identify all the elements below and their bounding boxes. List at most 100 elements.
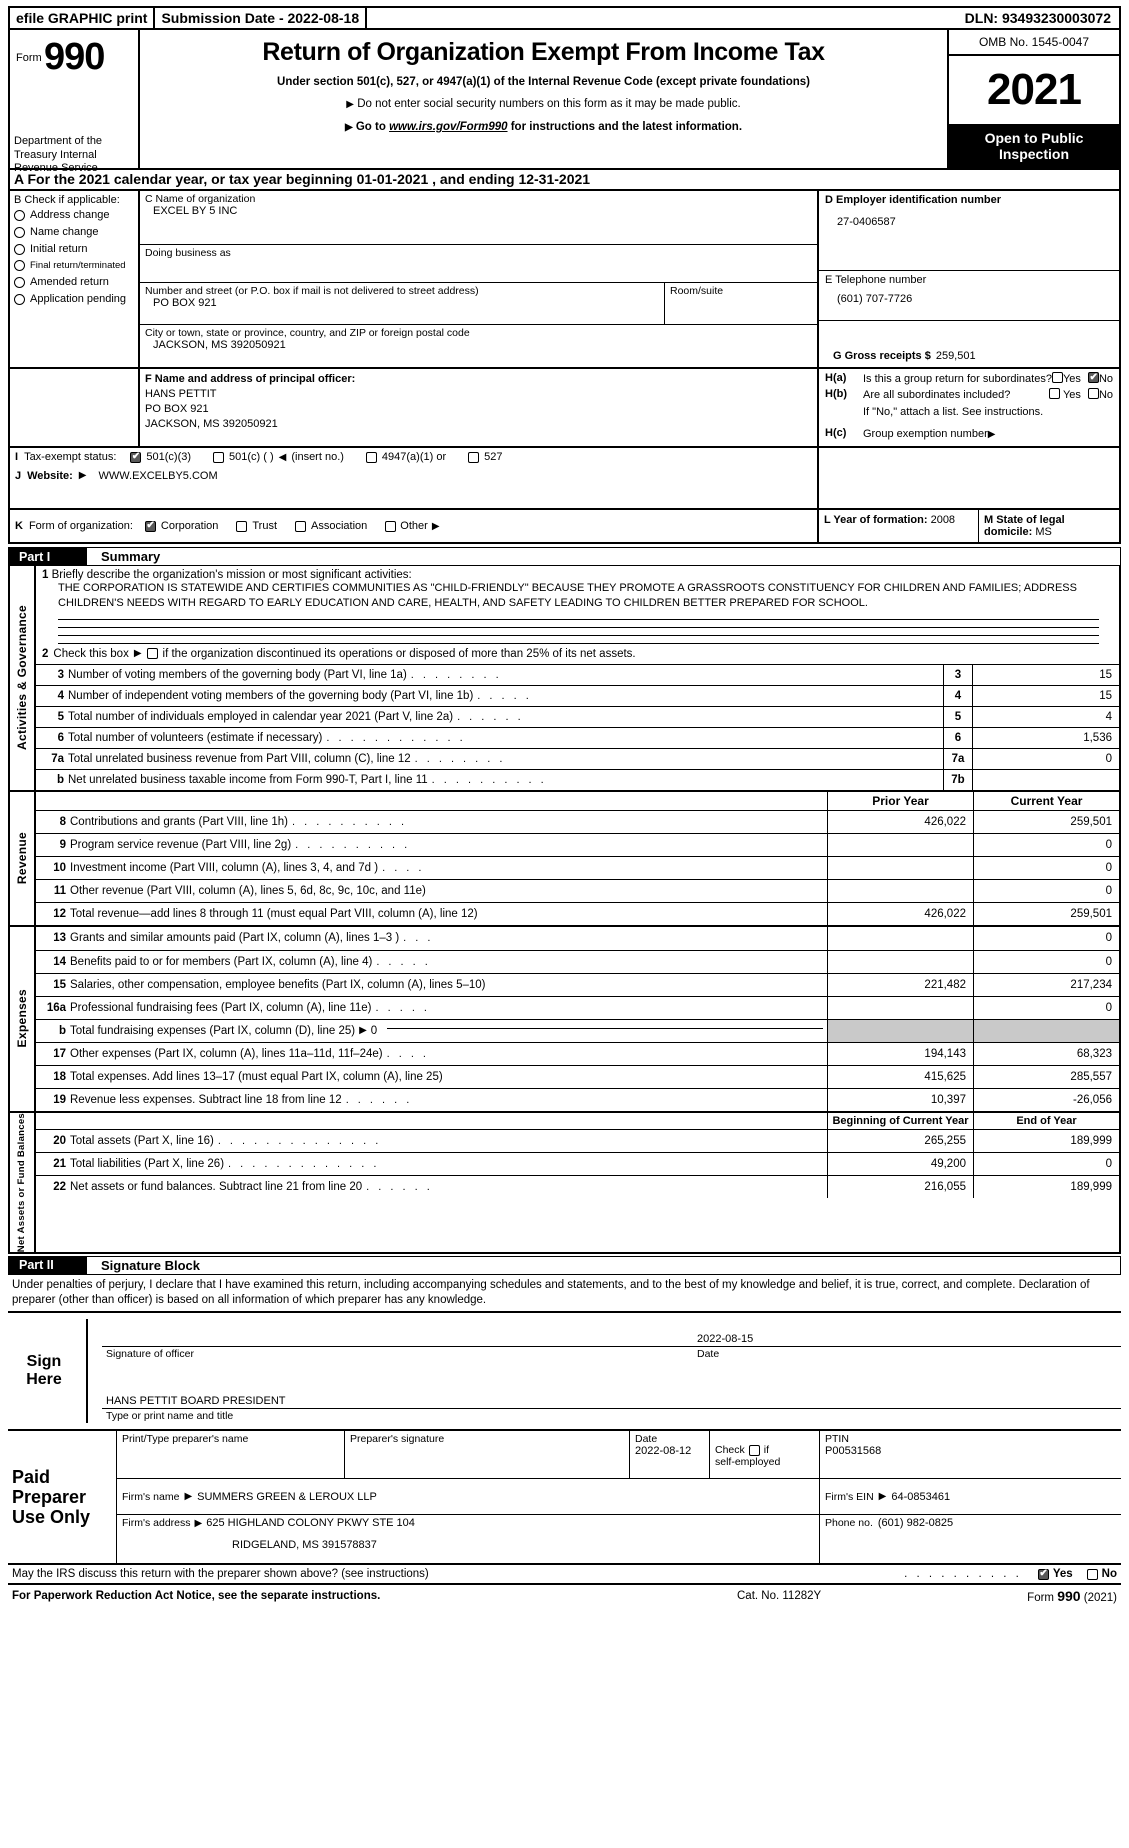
- checkbox-icon-ha-no[interactable]: [1087, 372, 1099, 383]
- checkbox-icon-hb-yes[interactable]: [1049, 388, 1061, 400]
- officer-name-value[interactable]: HANS PETTIT BOARD PRESIDENT: [102, 1395, 1121, 1408]
- ha-no-option[interactable]: No: [1087, 372, 1113, 385]
- row-19-prior: 10,397: [827, 1088, 973, 1111]
- checkbox-icon-self-employed[interactable]: [748, 1444, 760, 1456]
- option-trust[interactable]: Trust: [236, 520, 277, 532]
- ptin-cell[interactable]: PTIN P00531568: [820, 1431, 1121, 1478]
- self-employed-cell[interactable]: Check if self-employed: [710, 1431, 820, 1479]
- option-501c3[interactable]: 501(c)(3): [130, 451, 191, 463]
- hb-text: Are all subordinates included?: [863, 389, 1011, 402]
- section-d-identifiers: D Employer identification number 27-0406…: [819, 191, 1119, 367]
- checkbox-icon-corporation[interactable]: [144, 520, 156, 532]
- expense-row-16b: b Total fundraising expenses (Part IX, c…: [36, 1018, 1119, 1042]
- omb-number: OMB No. 1545-0047: [949, 30, 1119, 56]
- row-5-value: 4: [1105, 710, 1112, 723]
- row-3-number: 3: [57, 668, 64, 681]
- ein-value: 27-0406587: [837, 216, 896, 228]
- website-value[interactable]: WWW.EXCELBY5.COM: [98, 470, 217, 482]
- checkbox-icon-association[interactable]: [295, 520, 307, 532]
- net-assets-table: Beginning of Current Year End of Year 20…: [36, 1112, 1119, 1252]
- revenue-row-12: 12 Total revenue—add lines 8 through 11 …: [36, 901, 1119, 925]
- city-label: City or town, state or province, country…: [145, 327, 470, 339]
- checkbox-icon-501c[interactable]: [213, 451, 225, 463]
- firm-phone-value[interactable]: (601) 982-0825: [878, 1517, 953, 1529]
- checkbox-icon-amended-return[interactable]: [14, 276, 25, 288]
- option-4947a1[interactable]: 4947(a)(1) or: [365, 451, 447, 464]
- firm-address-value[interactable]: 625 HIGHLAND COLONY PKWY STE 104: [206, 1517, 415, 1529]
- checkbox-initial-return[interactable]: Initial return: [14, 243, 134, 255]
- checkbox-name-change[interactable]: Name change: [14, 226, 134, 238]
- hb-note: If "No," attach a list. See instructions…: [863, 405, 1044, 418]
- irs-form990-link[interactable]: www.irs.gov/Form990: [389, 121, 507, 133]
- checkbox-icon-trust[interactable]: [236, 520, 248, 532]
- option-527[interactable]: 527: [468, 451, 502, 463]
- officer-signature-value[interactable]: [102, 1345, 691, 1346]
- option-other[interactable]: Other ▶: [385, 520, 440, 532]
- option-corporation[interactable]: Corporation: [144, 520, 219, 533]
- hb-yes-option[interactable]: Yes: [1049, 388, 1081, 401]
- row-7b-number: b: [56, 773, 64, 786]
- hb-no-option[interactable]: No: [1087, 388, 1113, 401]
- firm-name-value[interactable]: SUMMERS GREEN & LEROUX LLP: [197, 1491, 377, 1503]
- page-title: Return of Organization Exempt From Incom…: [262, 38, 825, 66]
- checkbox-icon-initial-return[interactable]: [14, 243, 25, 255]
- row-16b-label: Total fundraising expenses (Part IX, col…: [70, 1024, 356, 1037]
- department-of-treasury-label: Department of the Treasury Internal Reve…: [14, 134, 103, 175]
- checkbox-icon-ha-yes[interactable]: [1051, 372, 1063, 383]
- checkbox-icon-application-pending[interactable]: [14, 293, 25, 305]
- option-501c[interactable]: 501(c) ( ) ◀ (insert no.): [213, 451, 344, 463]
- row-22-label: Net assets or fund balances. Subtract li…: [70, 1180, 363, 1193]
- officer-signature-line[interactable]: 2022-08-15: [102, 1321, 1121, 1348]
- checkbox-icon-501c3[interactable]: [130, 451, 142, 463]
- checkbox-icon-name-change[interactable]: [14, 226, 25, 238]
- row-4-text-cell: 4 Number of independent voting members o…: [36, 686, 943, 706]
- checkbox-icon-address-change[interactable]: [14, 209, 25, 221]
- checkbox-icon-hb-no[interactable]: [1087, 388, 1099, 400]
- paid-preparer-line2: Preparer: [12, 1487, 87, 1507]
- firm-phone-cell[interactable]: Phone no. (601) 982-0825: [820, 1515, 1121, 1563]
- revenue-row-9: 9 Program service revenue (Part VIII, li…: [36, 832, 1119, 856]
- form-note-ssn-text: Do not enter social security numbers on …: [357, 98, 741, 110]
- firm-ein-value[interactable]: 64-0853461: [891, 1491, 950, 1503]
- row-4-number: 4: [57, 689, 64, 702]
- firm-address-value2[interactable]: RIDGELAND, MS 391578837: [122, 1529, 814, 1551]
- checkbox-icon-4947a1[interactable]: [365, 451, 377, 463]
- checkbox-address-change[interactable]: Address change: [14, 209, 134, 221]
- row-15-current: 217,234: [973, 973, 1119, 996]
- firm-ein-cell[interactable]: Firm's EIN ▶ 64-0853461: [820, 1479, 1121, 1514]
- checkbox-icon-irs-no[interactable]: [1086, 1568, 1098, 1580]
- row-hb: H(b) Are all subordinates included? Yes …: [825, 388, 1113, 402]
- checkbox-application-pending[interactable]: Application pending: [14, 293, 134, 305]
- firm-name-cell[interactable]: Firm's name ▶ SUMMERS GREEN & LEROUX LLP: [117, 1479, 820, 1515]
- footer-form-year: (2021): [1080, 1592, 1117, 1605]
- row-14-text-cell: 14 Benefits paid to or for members (Part…: [36, 951, 827, 973]
- checkbox-icon-527[interactable]: [468, 451, 480, 463]
- preparer-signature-cell[interactable]: Preparer's signature: [345, 1431, 630, 1479]
- preparer-name-cell[interactable]: Print/Type preparer's name: [117, 1431, 345, 1479]
- section-f-principal-officer: F Name and address of principal officer:…: [140, 369, 819, 447]
- checkbox-icon-irs-yes[interactable]: [1037, 1568, 1049, 1580]
- officer-name-line[interactable]: HANS PETTIT BOARD PRESIDENT: [102, 1383, 1121, 1410]
- irs-discuss-no-option[interactable]: No: [1086, 1568, 1117, 1580]
- efile-dln: DLN: 93493230003072: [964, 10, 1111, 26]
- checkbox-amended-return[interactable]: Amended return: [14, 276, 134, 288]
- preparer-name-header: Print/Type preparer's name: [122, 1433, 249, 1446]
- ha-yes-option[interactable]: Yes: [1051, 372, 1081, 385]
- option-association[interactable]: Association: [295, 520, 367, 532]
- arrow-right-icon-firm-address: ▶: [194, 1517, 203, 1529]
- preparer-date-cell[interactable]: Date 2022-08-12: [630, 1431, 710, 1479]
- ptin-value[interactable]: P00531568: [825, 1445, 1116, 1457]
- form-title-block: Form 990 Department of the Treasury Inte…: [8, 30, 1121, 174]
- label-4947a1: 4947(a)(1) or: [381, 451, 447, 464]
- checkbox-final-return[interactable]: Final return/terminated: [14, 260, 134, 271]
- checkbox-icon-discontinued-ops[interactable]: [146, 648, 158, 660]
- firm-address-cell[interactable]: Firm's address ▶ 625 HIGHLAND COLONY PKW…: [117, 1515, 820, 1564]
- officer-date-value[interactable]: 2022-08-15: [691, 1333, 1121, 1346]
- preparer-date-value[interactable]: 2022-08-12: [635, 1445, 704, 1457]
- self-employed-check-row[interactable]: Check if: [715, 1433, 814, 1456]
- checkbox-icon-final-return[interactable]: [14, 260, 25, 271]
- label-corporation: Corporation: [160, 520, 219, 533]
- irs-discuss-yes-option[interactable]: Yes: [1037, 1568, 1073, 1580]
- expenses-section: Expenses 13 Grants and similar amounts p…: [8, 926, 1121, 1113]
- checkbox-icon-other[interactable]: [385, 520, 397, 532]
